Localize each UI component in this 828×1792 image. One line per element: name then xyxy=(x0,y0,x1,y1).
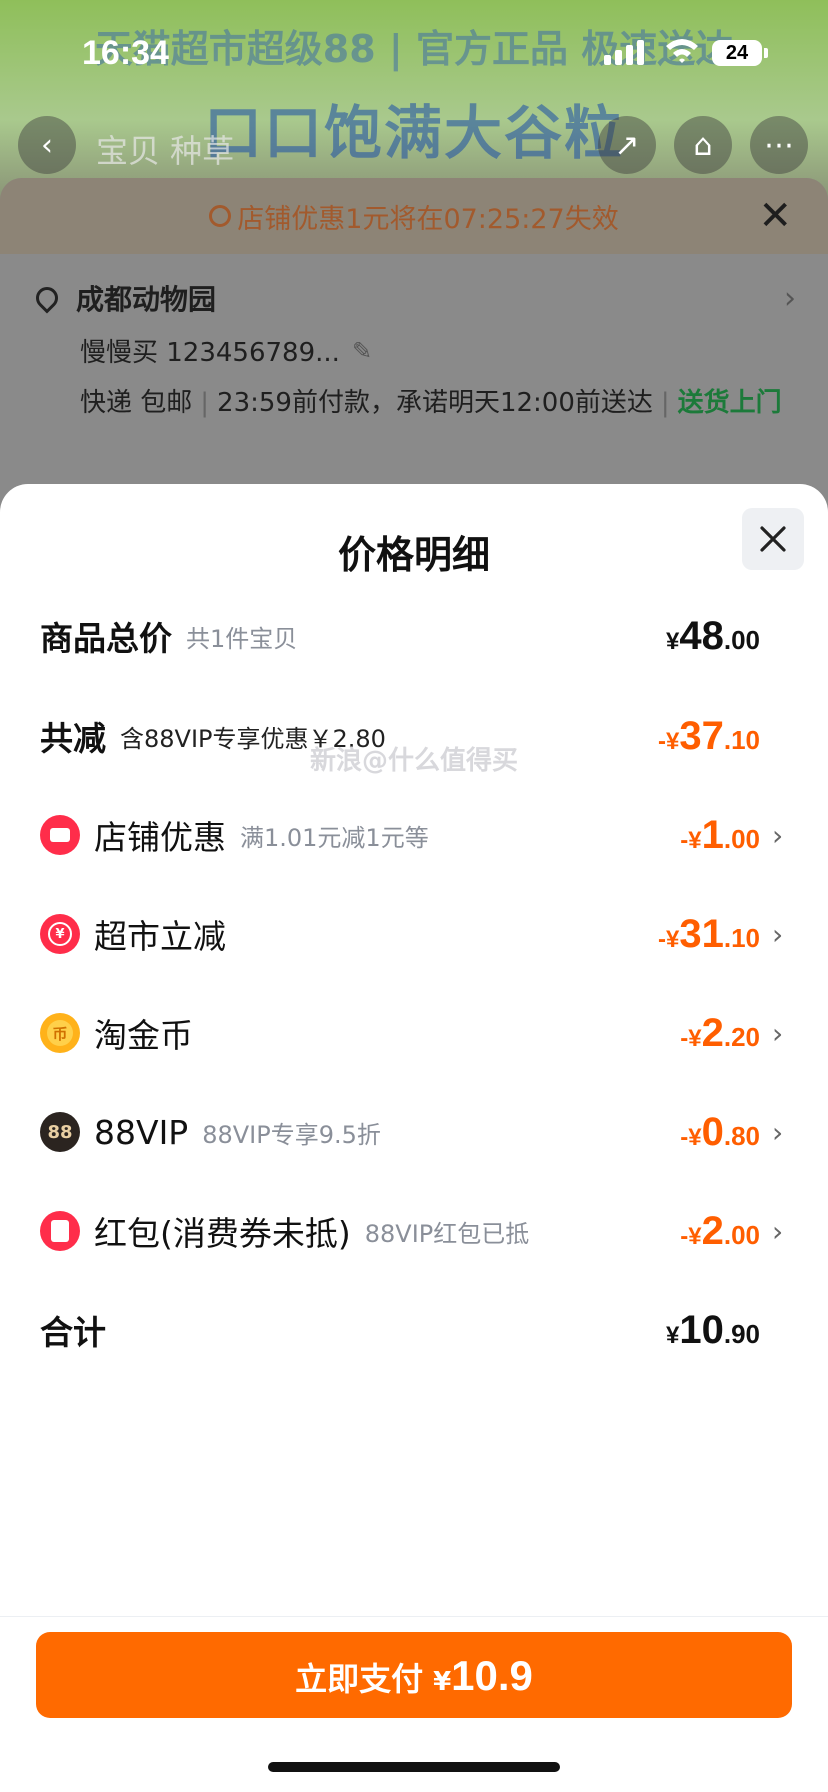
shop-icon xyxy=(40,815,80,855)
delivery-promise: 23:59前付款，承诺明天12:00前送达 xyxy=(217,388,653,418)
discount-label: 淘金币 xyxy=(94,1016,193,1055)
battery-icon: 24 xyxy=(712,40,762,66)
status-bar: 16:34 24 xyxy=(0,0,828,100)
price-detail-modal: 价格明细 商品总价 共1件宝贝 ¥48.00 共减 含88VIP专享优惠￥2.8… xyxy=(0,484,828,1792)
edit-icon[interactable]: ✎ xyxy=(352,337,372,365)
total-reduce-amount: -¥ 37.10 xyxy=(658,713,760,758)
discount-row-vip[interactable]: 88 88VIP 88VIP专享9.5折 -¥ 0.80 › xyxy=(40,1102,788,1162)
discount-label: 88VIP xyxy=(94,1112,189,1152)
close-icon xyxy=(760,526,786,552)
modal-title: 价格明细 xyxy=(337,533,490,577)
pay-now-amount: 10.9 xyxy=(451,1652,533,1699)
discount-sub: 满1.01元减1元等 xyxy=(240,823,429,852)
discount-sub: 88VIP专享9.5折 xyxy=(202,1120,381,1149)
watermark: 新浪@什么值得买 xyxy=(310,746,519,776)
location-icon xyxy=(31,282,63,314)
delivery-extra: 送货上门 xyxy=(677,388,782,418)
recipient-info: 慢慢买 123456789... xyxy=(80,338,340,368)
more-icon[interactable]: ⋯ xyxy=(750,116,808,174)
signal-icon xyxy=(604,40,644,65)
sum-amount: ¥10.90 xyxy=(665,1307,760,1352)
delivery-mode: 快递 包邮 xyxy=(80,388,193,418)
discount-row-coin[interactable]: 币 淘金币 -¥ 2.20 › xyxy=(40,1003,788,1063)
total-reduce-label: 共减 xyxy=(40,719,106,758)
coupon-timer-bar: 店铺优惠1元将在07:25:27失效 xyxy=(0,178,828,254)
chevron-right-icon: › xyxy=(772,917,784,951)
red-packet-icon xyxy=(40,1211,80,1251)
chevron-right-icon: › xyxy=(772,818,784,852)
home-indicator xyxy=(268,1762,560,1772)
close-icon[interactable]: ✕ xyxy=(758,196,792,236)
coupon-timer-text: 店铺优惠1元将在07:25:27失效 xyxy=(237,203,619,235)
discount-label: 红包(消费券未抵) xyxy=(94,1214,351,1253)
address-section[interactable]: 成都动物园 › 慢慢买 123456789... ✎ 快递 包邮 | 23:59前付… xyxy=(31,278,796,423)
sum-label: 合计 xyxy=(40,1313,106,1352)
discount-amount: -¥ 2.20 xyxy=(680,1010,760,1055)
back-icon[interactable]: ‹ xyxy=(18,116,76,174)
clock-icon xyxy=(209,205,232,227)
status-time: 16:34 xyxy=(82,34,169,72)
discount-amount: -¥ 0.80 xyxy=(680,1109,760,1154)
chevron-right-icon: › xyxy=(772,1214,784,1248)
discount-amount: -¥ 2.00 xyxy=(680,1208,760,1253)
chevron-right-icon: › xyxy=(772,1115,784,1149)
pay-now-currency: ¥ xyxy=(433,1667,452,1697)
discount-amount: -¥ 1.00 xyxy=(680,812,760,857)
pay-now-label: 立即支付 xyxy=(295,1660,424,1698)
total-goods-row: 商品总价 共1件宝贝 ¥48.00 xyxy=(40,606,788,666)
vip-icon: 88 xyxy=(40,1112,80,1152)
discount-row-red-packet[interactable]: 红包(消费券未抵) 88VIP红包已抵 -¥ 2.00 › xyxy=(40,1201,788,1261)
pay-now-button[interactable]: 立即支付 ¥ 10.9 xyxy=(36,1632,792,1718)
product-tabs[interactable]: 宝贝 种草 xyxy=(96,126,234,172)
discount-label: 店铺优惠 xyxy=(94,818,226,857)
discount-row-shop[interactable]: 店铺优惠 满1.01元减1元等 -¥ 1.00 › xyxy=(40,805,788,865)
cart-icon[interactable]: ⌂ xyxy=(674,116,732,174)
discount-label: 超市立减 xyxy=(94,917,226,956)
chevron-right-icon: › xyxy=(784,280,796,316)
chevron-right-icon: › xyxy=(772,1016,784,1050)
bottom-divider xyxy=(0,1616,828,1617)
coin-icon: 币 xyxy=(40,1013,80,1053)
modal-close-button[interactable] xyxy=(742,508,804,570)
discount-sub: 88VIP红包已抵 xyxy=(364,1219,530,1248)
share-icon[interactable]: ↗ xyxy=(598,116,656,174)
total-goods-amount: ¥48.00 xyxy=(665,613,760,658)
total-goods-label: 商品总价 xyxy=(40,619,172,658)
market-icon: ¥ xyxy=(40,914,80,954)
total-goods-sub: 共1件宝贝 xyxy=(186,624,298,653)
address-name: 成都动物园 xyxy=(76,283,217,316)
discount-row-market[interactable]: ¥ 超市立减 -¥ 31.10 › xyxy=(40,904,788,964)
sum-row: 合计 ¥10.90 xyxy=(40,1300,788,1360)
wifi-icon xyxy=(666,39,698,63)
discount-amount: -¥ 31.10 xyxy=(658,911,760,956)
battery-level: 24 xyxy=(725,41,749,64)
